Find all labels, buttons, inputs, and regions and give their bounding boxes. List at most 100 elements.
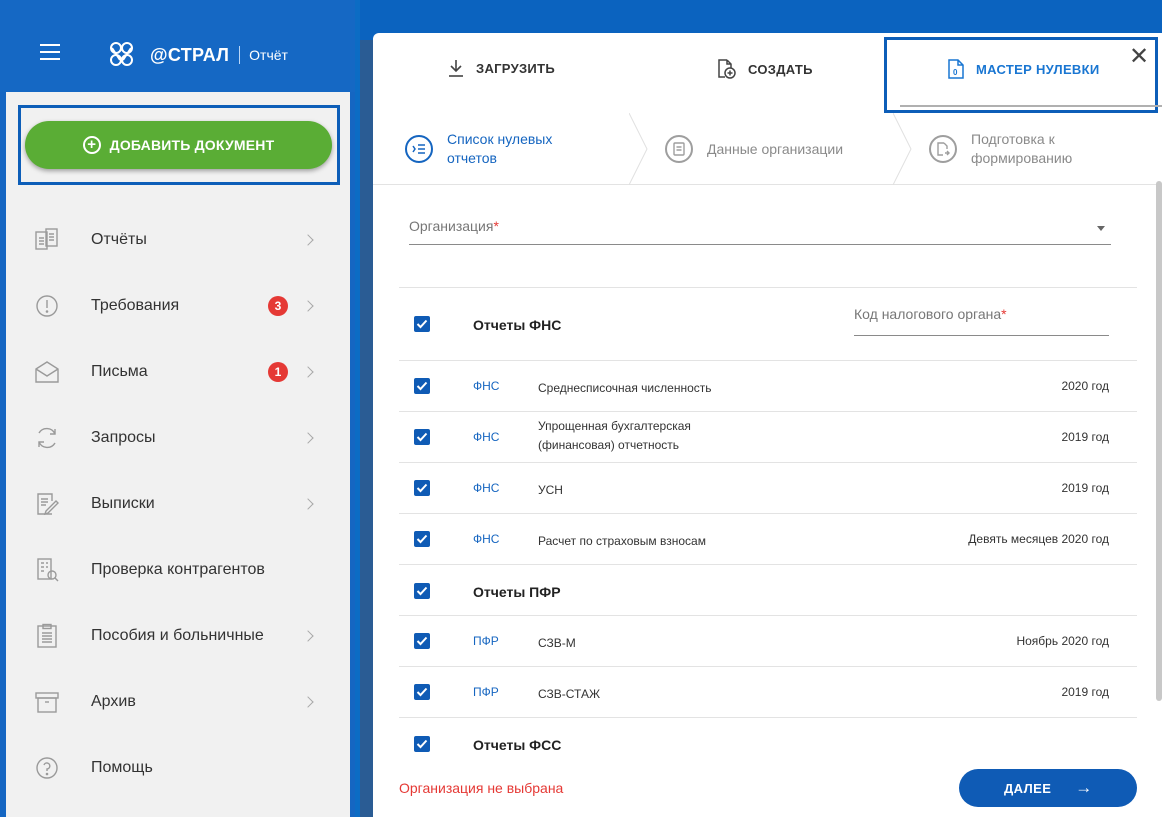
checkbox-checked-icon[interactable] xyxy=(414,378,430,394)
report-row: ФНС УСН 2019 год xyxy=(399,462,1137,513)
report-name: УСН xyxy=(538,483,563,497)
tax-authority-code-input[interactable]: Код налогового органа* xyxy=(854,306,1109,336)
checkbox-checked-icon[interactable] xyxy=(414,736,430,752)
add-document-button[interactable]: + ДОБАВИТЬ ДОКУМЕНТ xyxy=(25,121,332,169)
report-period: 2019 год xyxy=(1061,685,1109,699)
report-name: СЗВ-М xyxy=(538,636,576,650)
report-agency: ПФР xyxy=(473,634,499,648)
sidebar-item-counterparty-check[interactable]: Проверка контрагентов xyxy=(6,537,350,603)
counterparty-check-icon xyxy=(37,558,59,582)
report-agency: ФНС xyxy=(473,532,500,546)
close-icon[interactable]: ✕ xyxy=(1129,45,1149,69)
report-name: СЗВ-СТАЖ xyxy=(538,687,601,701)
report-agency: ФНС xyxy=(473,481,500,495)
download-icon xyxy=(449,60,463,77)
step-zero-list[interactable]: Список нулевых отчетов xyxy=(405,113,552,185)
checkbox-checked-icon[interactable] xyxy=(414,480,430,496)
tab-create-label: СОЗДАТЬ xyxy=(748,61,813,77)
organization-select[interactable]: Организация* xyxy=(409,213,1111,245)
logo-subtitle: Отчёт xyxy=(249,47,288,63)
add-document-highlight: + ДОБАВИТЬ ДОКУМЕНТ xyxy=(18,105,340,185)
sidebar-item-requests[interactable]: Запросы xyxy=(6,405,350,471)
group-title: Отчеты ФСС xyxy=(473,737,562,753)
sidebar-item-archive[interactable]: Архив xyxy=(6,669,350,735)
checkbox-checked-icon[interactable] xyxy=(414,531,430,547)
report-period: 2020 год xyxy=(1061,379,1109,393)
hamburger-menu-icon[interactable] xyxy=(40,44,60,60)
sidebar-item-label: Помощь xyxy=(91,759,153,776)
logo-text: @СТРАЛ xyxy=(150,44,230,65)
sidebar-item-reports[interactable]: Отчёты xyxy=(6,207,350,273)
checkbox-checked-icon[interactable] xyxy=(414,583,430,599)
required-mark: * xyxy=(1001,306,1007,322)
group-row-fns: Отчеты ФНС Код налогового органа* xyxy=(399,287,1137,338)
tax-authority-code-label: Код налогового органа xyxy=(854,306,1002,322)
astral-logo-mark-icon xyxy=(110,42,133,66)
step-separator xyxy=(629,113,648,185)
document-step-icon xyxy=(665,135,693,163)
checkbox-checked-icon[interactable] xyxy=(414,316,430,332)
tab-zero-master-label: МАСТЕР НУЛЕВКИ xyxy=(976,61,1100,77)
report-row: ФНС Расчет по страховым взносам Девять м… xyxy=(399,513,1137,564)
chevron-right-icon xyxy=(302,696,314,708)
group-row-pfr: Отчеты ПФР xyxy=(399,564,1137,615)
chevron-right-icon xyxy=(302,432,314,444)
checkbox-checked-icon[interactable] xyxy=(414,633,430,649)
tab-upload[interactable]: ЗАГРУЗИТЬ xyxy=(448,59,555,77)
sidebar-item-label: Выписки xyxy=(91,495,155,512)
report-period: Ноябрь 2020 год xyxy=(1016,634,1109,648)
step-organization-data[interactable]: Данные организации xyxy=(665,113,843,185)
sidebar-item-letters[interactable]: Письма 1 xyxy=(6,339,350,405)
benefits-icon xyxy=(37,623,57,648)
sidebar-item-benefits[interactable]: Пособия и больничные xyxy=(6,603,350,669)
tab-zero-master[interactable]: 0 МАСТЕР НУЛЕВКИ xyxy=(948,59,1100,79)
step-preparation[interactable]: Подготовка к формированию xyxy=(929,113,1072,185)
tab-create[interactable]: СОЗДАТЬ xyxy=(716,59,813,79)
step-title-line2: формированию xyxy=(971,150,1073,166)
tab-indicator xyxy=(900,105,1162,107)
report-name: Среднесписочная численность xyxy=(538,381,712,395)
chevron-right-icon xyxy=(302,366,314,378)
report-agency: ФНС xyxy=(473,430,500,444)
sidebar-item-help[interactable]: Помощь xyxy=(6,735,350,801)
svg-text:0: 0 xyxy=(953,68,958,77)
chevron-right-icon xyxy=(302,630,314,642)
step-title-line1: Данные организации xyxy=(707,140,844,157)
report-name-line2: (финансовая) отчетность xyxy=(538,438,680,452)
zero-report-wizard-modal: ЗАГРУЗИТЬ СОЗДАТЬ 0 МАСТЕР НУЛЕВКИ ✕ Спи… xyxy=(373,33,1162,817)
notification-badge: 3 xyxy=(268,296,288,316)
modal-tabs: ЗАГРУЗИТЬ СОЗДАТЬ 0 МАСТЕР НУЛЕВКИ ✕ xyxy=(373,33,1162,113)
next-button-label: ДАЛЕЕ xyxy=(1004,780,1052,796)
plus-circle-icon: + xyxy=(82,136,101,154)
dropdown-arrow-icon xyxy=(1097,226,1105,231)
requirements-icon xyxy=(36,295,58,317)
sidebar-item-requirements[interactable]: Требования 3 xyxy=(6,273,350,339)
zero-document-icon: 0 xyxy=(948,59,964,79)
sidebar-item-extracts[interactable]: Выписки xyxy=(6,471,350,537)
report-row: ФНС Упрощенная бухгалтерская (финансовая… xyxy=(399,411,1137,462)
chevron-right-icon xyxy=(302,234,314,246)
help-icon xyxy=(36,757,58,779)
sidebar-item-label: Пособия и больничные xyxy=(91,627,264,644)
scrollbar[interactable] xyxy=(1156,181,1162,701)
sidebar-item-label: Запросы xyxy=(91,429,156,446)
report-row: ФНС Среднесписочная численность 2020 год xyxy=(399,360,1137,411)
report-name-line1: Упрощенная бухгалтерская xyxy=(538,419,691,433)
checkbox-checked-icon[interactable] xyxy=(414,684,430,700)
next-button[interactable]: ДАЛЕЕ → xyxy=(959,769,1137,807)
validation-message: Организация не выбрана xyxy=(399,780,564,796)
app-logo[interactable]: @СТРАЛ Отчёт xyxy=(106,40,288,70)
report-period: 2019 год xyxy=(1061,481,1109,495)
chevron-right-icon xyxy=(302,300,314,312)
step-separator xyxy=(893,113,912,185)
report-agency: ПФР xyxy=(473,685,499,699)
group-title: Отчеты ПФР xyxy=(473,584,561,600)
report-name: Упрощенная бухгалтерская (финансовая) от… xyxy=(538,417,691,455)
wizard-stepper: Список нулевых отчетов Данные организаци… xyxy=(373,113,1162,185)
organization-label: Организация xyxy=(409,218,494,234)
export-step-icon xyxy=(929,135,957,163)
checkbox-checked-icon[interactable] xyxy=(414,429,430,445)
report-period: 2019 год xyxy=(1061,430,1109,444)
arrow-right-icon: → xyxy=(1075,778,1093,797)
sidebar-item-label: Требования xyxy=(91,297,180,314)
